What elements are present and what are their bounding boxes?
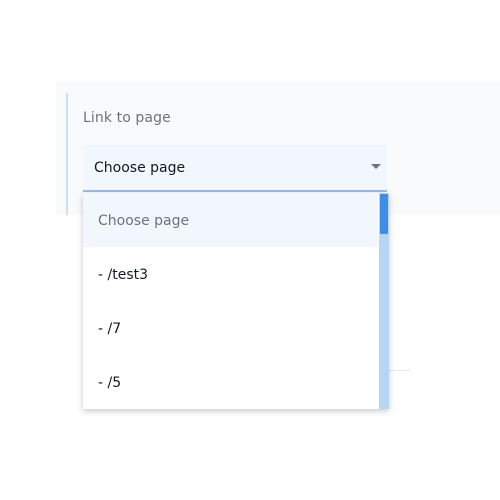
chevron-down-icon[interactable] bbox=[371, 164, 381, 169]
page-options-dropdown[interactable]: Choose page - /test3 - /7 - /5 bbox=[83, 193, 389, 409]
background-divider bbox=[387, 370, 410, 371]
select-current-value: Choose page bbox=[94, 160, 186, 176]
option-label: Choose page bbox=[98, 213, 190, 229]
option-7[interactable]: - /7 bbox=[83, 301, 378, 355]
option-choose-page[interactable]: Choose page bbox=[83, 193, 378, 247]
scrollbar-thumb[interactable] bbox=[380, 194, 388, 234]
page: Link to page Choose page Choose page - /… bbox=[0, 0, 500, 500]
option-5[interactable]: - /5 bbox=[83, 355, 378, 409]
link-to-page-label: Link to page bbox=[83, 110, 171, 126]
option-label: - /test3 bbox=[98, 267, 149, 283]
panel-accent-bar bbox=[66, 93, 68, 215]
choose-page-select[interactable]: Choose page bbox=[83, 145, 387, 192]
option-label: - /7 bbox=[98, 321, 122, 337]
option-test3[interactable]: - /test3 bbox=[83, 247, 378, 301]
option-label: - /5 bbox=[98, 375, 122, 391]
dropdown-scrollbar[interactable] bbox=[379, 193, 389, 409]
